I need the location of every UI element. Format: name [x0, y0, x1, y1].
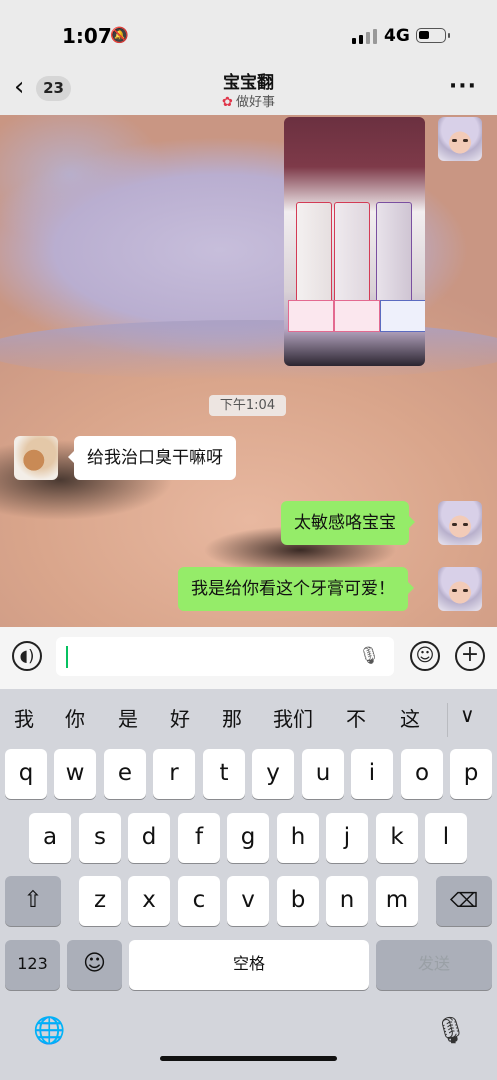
price-tag [288, 300, 334, 332]
dictation-microphone-icon[interactable]: 🎙 [434, 1016, 467, 1046]
candidate-word[interactable]: 这 [400, 703, 420, 732]
candidate-word[interactable]: 我 [14, 703, 34, 732]
globe-icon[interactable]: 🌐 [33, 1016, 65, 1046]
flower-icon: ✿ [222, 95, 233, 110]
emoji-icon[interactable]: ☺ [410, 641, 440, 671]
incoming-message-bubble[interactable]: 给我治口臭干嘛呀 [68, 436, 236, 480]
key-f[interactable]: f [178, 813, 220, 863]
key-a[interactable]: a [29, 813, 71, 863]
key-h[interactable]: h [277, 813, 319, 863]
message-timestamp: 下午1:04 [209, 395, 286, 416]
status-text: 做好事 [235, 95, 275, 110]
image-message[interactable] [284, 117, 425, 366]
microphone-icon[interactable]: 🎙 [358, 646, 380, 666]
key-e[interactable]: e [104, 749, 146, 799]
key-v[interactable]: v [227, 876, 269, 926]
price-tag [380, 300, 425, 332]
battery-icon [416, 28, 450, 43]
candidate-word[interactable]: 你 [65, 703, 85, 732]
candidate-word[interactable]: 好 [170, 703, 190, 732]
status-time: 1:07 [62, 24, 112, 48]
key-w[interactable]: w [54, 749, 96, 799]
voice-toggle-icon[interactable]: ◖) [12, 641, 42, 671]
more-options-icon[interactable]: ··· [449, 74, 477, 99]
candidate-word[interactable]: 那 [222, 703, 242, 732]
key-o[interactable]: o [401, 749, 443, 799]
key-k[interactable]: k [376, 813, 418, 863]
cellular-signal-icon [352, 29, 377, 44]
key-q[interactable]: q [5, 749, 47, 799]
space-key[interactable]: 空格 [129, 940, 369, 990]
candidate-word[interactable]: 是 [118, 703, 138, 732]
my-avatar[interactable] [438, 501, 482, 545]
my-avatar[interactable] [438, 117, 482, 161]
key-m[interactable]: m [376, 876, 418, 926]
message-input-bar: ◖) 🎙 ☺ + [0, 627, 497, 689]
text-caret [66, 646, 68, 668]
candidate-bar: 我 你 是 好 那 我们 不 这 ∨ [0, 689, 497, 749]
chat-status[interactable]: ✿ 做好事 [0, 91, 497, 110]
home-indicator [160, 1056, 337, 1061]
send-key[interactable]: 发送 [376, 940, 492, 990]
key-t[interactable]: t [203, 749, 245, 799]
divider [447, 703, 448, 737]
key-p[interactable]: p [450, 749, 492, 799]
product-box [296, 202, 332, 309]
outgoing-message-bubble[interactable]: 我是给你看这个牙膏可爱！ [178, 567, 414, 611]
key-c[interactable]: c [178, 876, 220, 926]
chevron-down-icon[interactable]: ∨ [460, 703, 475, 727]
key-u[interactable]: u [302, 749, 344, 799]
key-y[interactable]: y [252, 749, 294, 799]
my-avatar[interactable] [438, 567, 482, 611]
chat-header: ‹ 23 宝宝翻 ✿ 做好事 ··· [0, 60, 497, 115]
keyboard: 我 你 是 好 那 我们 不 这 ∨ q w e r t y u i o p a… [0, 689, 497, 1080]
outgoing-message-bubble[interactable]: 太敏感咯宝宝 [281, 501, 415, 545]
candidate-word[interactable]: 不 [346, 703, 366, 732]
contact-avatar[interactable] [14, 436, 58, 480]
message-input[interactable]: 🎙 [56, 637, 394, 676]
backspace-key[interactable]: ⌫ [436, 876, 492, 926]
key-i[interactable]: i [351, 749, 393, 799]
plus-icon[interactable]: + [455, 641, 485, 671]
key-z[interactable]: z [79, 876, 121, 926]
emoji-key-icon[interactable]: ☺ [67, 940, 122, 990]
key-x[interactable]: x [128, 876, 170, 926]
key-r[interactable]: r [153, 749, 195, 799]
price-tag [334, 300, 380, 332]
key-b[interactable]: b [277, 876, 319, 926]
bell-slash-icon: 🔕 [110, 26, 129, 44]
key-l[interactable]: l [425, 813, 467, 863]
product-box [376, 202, 412, 309]
candidate-word[interactable]: 我们 [273, 703, 313, 732]
key-n[interactable]: n [326, 876, 368, 926]
key-j[interactable]: j [326, 813, 368, 863]
key-g[interactable]: g [227, 813, 269, 863]
shift-key[interactable]: ⇧ [5, 876, 61, 926]
key-d[interactable]: d [128, 813, 170, 863]
product-box [334, 202, 370, 309]
numbers-key[interactable]: 123 [5, 940, 60, 990]
chat-title: 宝宝翻 [223, 73, 274, 93]
key-s[interactable]: s [79, 813, 121, 863]
network-type: 4G [384, 26, 410, 46]
